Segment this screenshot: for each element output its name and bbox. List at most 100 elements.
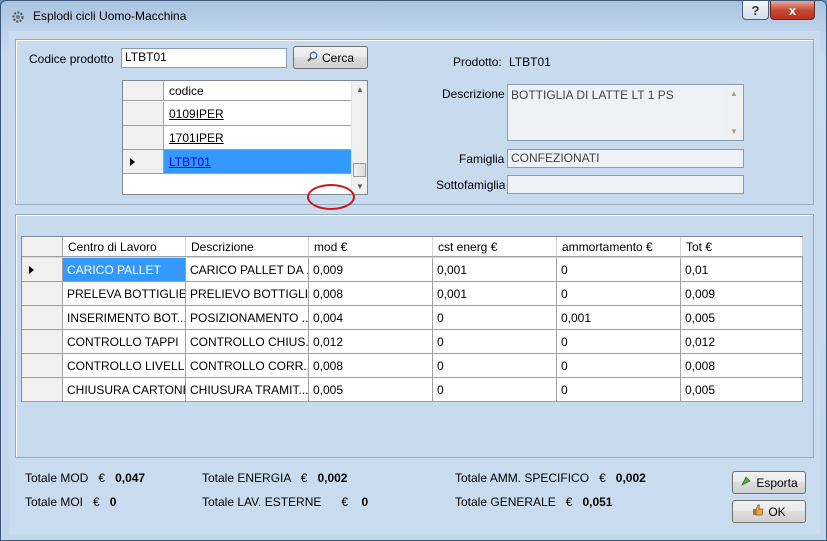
dropdown-row[interactable]: 1701IPER (123, 126, 352, 150)
table-cell[interactable]: 0 (557, 354, 681, 377)
table-cell[interactable]: CARICO PALLET DA ... (186, 258, 309, 281)
table-cell[interactable]: 0,005 (309, 378, 433, 401)
descrizione-scrollbar[interactable]: ▲ ▼ (726, 85, 743, 140)
table-cell[interactable]: 0,008 (681, 354, 803, 377)
title-bar[interactable]: Esplodi cicli Uomo-Macchina ? x (1, 1, 826, 31)
table-cell[interactable]: 0,01 (681, 258, 803, 281)
sottofamiglia-field[interactable] (507, 175, 744, 194)
close-button[interactable]: x (770, 1, 815, 20)
table-cell[interactable]: CONTROLLO CORR... (186, 354, 309, 377)
window-title: Esplodi cicli Uomo-Macchina (33, 9, 187, 23)
cerca-button[interactable]: Cerca (293, 46, 368, 69)
totale-mod-label: Totale MOD (25, 471, 89, 485)
product-panel: Codice prodotto LTBT01 Cerca codice 0109… (15, 39, 814, 205)
totale-energia: Totale ENERGIA € 0,002 (202, 471, 347, 485)
table-cell[interactable]: 0 (433, 378, 557, 401)
table-cell[interactable]: 0,012 (309, 330, 433, 353)
totale-lav-esterne: Totale LAV. ESTERNE € 0 (202, 495, 368, 509)
table-cell[interactable]: 0,008 (309, 282, 433, 305)
totale-moi-value: 0 (109, 495, 117, 509)
scroll-down-icon: ▼ (730, 127, 738, 136)
table-row[interactable]: CHIUSURA CARTONE CHIUSURA TRAMIT... 0,00… (22, 378, 803, 402)
table-cell[interactable]: POSIZIONAMENTO ... (186, 306, 309, 329)
table-row[interactable]: CARICO PALLET CARICO PALLET DA ... 0,009… (22, 258, 803, 282)
currency-symbol: € (93, 495, 100, 509)
client-area: Codice prodotto LTBT01 Cerca codice 0109… (9, 31, 820, 534)
descrizione-label: Descrizione (442, 87, 505, 101)
famiglia-field[interactable]: CONFEZIONATI (507, 149, 744, 168)
column-header[interactable]: Centro di Lavoro (63, 237, 186, 256)
table-cell[interactable]: 0,009 (681, 282, 803, 305)
magnifier-icon (307, 51, 318, 65)
esporta-label: Esporta (756, 475, 798, 490)
totale-moi-label: Totale MOI (25, 495, 84, 509)
totale-generale-value: 0,051 (582, 495, 613, 509)
scroll-thumb[interactable] (353, 163, 366, 177)
cycles-grid[interactable]: Centro di Lavoro Descrizione mod € cst e… (21, 236, 803, 402)
table-cell[interactable]: 0 (557, 378, 681, 401)
table-row[interactable]: CONTROLLO TAPPI CONTROLLO CHIUS... 0,012… (22, 330, 803, 354)
column-header[interactable]: mod € (309, 237, 433, 256)
totale-mod-value: 0,047 (115, 471, 146, 485)
dropdown-cell[interactable]: 1701IPER (164, 126, 352, 149)
table-cell[interactable]: 0 (557, 282, 681, 305)
dropdown-cell[interactable]: LTBT01 (164, 150, 352, 173)
table-row[interactable]: CONTROLLO LIVELL... CONTROLLO CORR... 0,… (22, 354, 803, 378)
table-cell[interactable]: 0,004 (309, 306, 433, 329)
dropdown-row-selected[interactable]: LTBT01 (123, 150, 352, 174)
table-cell[interactable]: 0,005 (681, 378, 803, 401)
table-row[interactable]: PRELEVA BOTTIGLIE PRELIEVO BOTTIGLIE 0,0… (22, 282, 803, 306)
red-annotation-circle (307, 184, 355, 210)
totale-mod: Totale MOD € 0,047 (25, 471, 145, 485)
table-cell[interactable]: PRELIEVO BOTTIGLIE (186, 282, 309, 305)
table-cell[interactable]: 0,001 (433, 282, 557, 305)
totale-generale-label: Totale GENERALE (455, 495, 556, 509)
table-cell[interactable]: 0,005 (681, 306, 803, 329)
column-header[interactable]: ammortamento € (557, 237, 681, 256)
help-button[interactable]: ? (742, 1, 769, 20)
table-cell[interactable]: CONTROLLO CHIUS... (186, 330, 309, 353)
table-cell[interactable]: CONTROLLO LIVELL... (63, 354, 186, 377)
codice-prodotto-input[interactable]: LTBT01 (121, 48, 287, 68)
totale-amm-value: 0,002 (615, 471, 646, 485)
column-header[interactable]: cst energ € (433, 237, 557, 256)
table-cell[interactable]: INSERIMENTO BOT... (63, 306, 186, 329)
table-cell[interactable]: CARICO PALLET (63, 258, 186, 281)
famiglia-label: Famiglia (459, 152, 505, 166)
table-cell[interactable]: CHIUSURA TRAMIT... (186, 378, 309, 401)
descrizione-field[interactable]: BOTTIGLIA DI LATTE LT 1 PS ▲ ▼ (507, 84, 744, 141)
dropdown-row[interactable]: 0109IPER (123, 102, 352, 126)
sottofamiglia-label: Sottofamiglia (436, 178, 506, 192)
table-cell[interactable]: 0,008 (309, 354, 433, 377)
table-cell[interactable]: 0 (433, 354, 557, 377)
table-cell[interactable]: PRELEVA BOTTIGLIE (63, 282, 186, 305)
table-cell[interactable]: 0 (557, 330, 681, 353)
ok-button[interactable]: OK (732, 500, 806, 523)
row-pointer-icon (130, 158, 135, 166)
scroll-up-icon[interactable]: ▲ (352, 81, 368, 97)
table-cell[interactable]: CONTROLLO TAPPI (63, 330, 186, 353)
esporta-button[interactable]: Esporta (732, 471, 806, 494)
dropdown-cell[interactable]: 0109IPER (164, 102, 352, 125)
totale-amm-specifico: Totale AMM. SPECIFICO € 0,002 (455, 471, 646, 485)
table-cell[interactable]: 0 (433, 306, 557, 329)
table-cell[interactable]: 0,009 (309, 258, 433, 281)
table-cell[interactable]: 0,012 (681, 330, 803, 353)
currency-symbol: € (98, 471, 106, 485)
scroll-down-icon[interactable]: ▼ (352, 178, 368, 194)
table-cell[interactable]: CHIUSURA CARTONE (63, 378, 186, 401)
column-header[interactable]: Descrizione (186, 237, 309, 256)
thumbs-up-icon (752, 504, 764, 519)
table-cell[interactable]: 0 (433, 330, 557, 353)
currency-symbol: € (300, 471, 308, 485)
dropdown-scrollbar[interactable]: ▲ ▼ (351, 81, 367, 194)
table-cell[interactable]: 0,001 (433, 258, 557, 281)
column-header[interactable]: Tot € (681, 237, 803, 256)
dropdown-header-codice[interactable]: codice (164, 81, 352, 100)
table-cell[interactable]: 0,001 (557, 306, 681, 329)
export-icon (740, 475, 752, 490)
table-cell[interactable]: 0 (557, 258, 681, 281)
table-row[interactable]: INSERIMENTO BOT... POSIZIONAMENTO ... 0,… (22, 306, 803, 330)
main-window: Esplodi cicli Uomo-Macchina ? x Codice p… (0, 0, 827, 541)
codice-dropdown-grid[interactable]: codice 0109IPER 1701IPER LTBT01 ▲ ▼ (122, 80, 368, 195)
